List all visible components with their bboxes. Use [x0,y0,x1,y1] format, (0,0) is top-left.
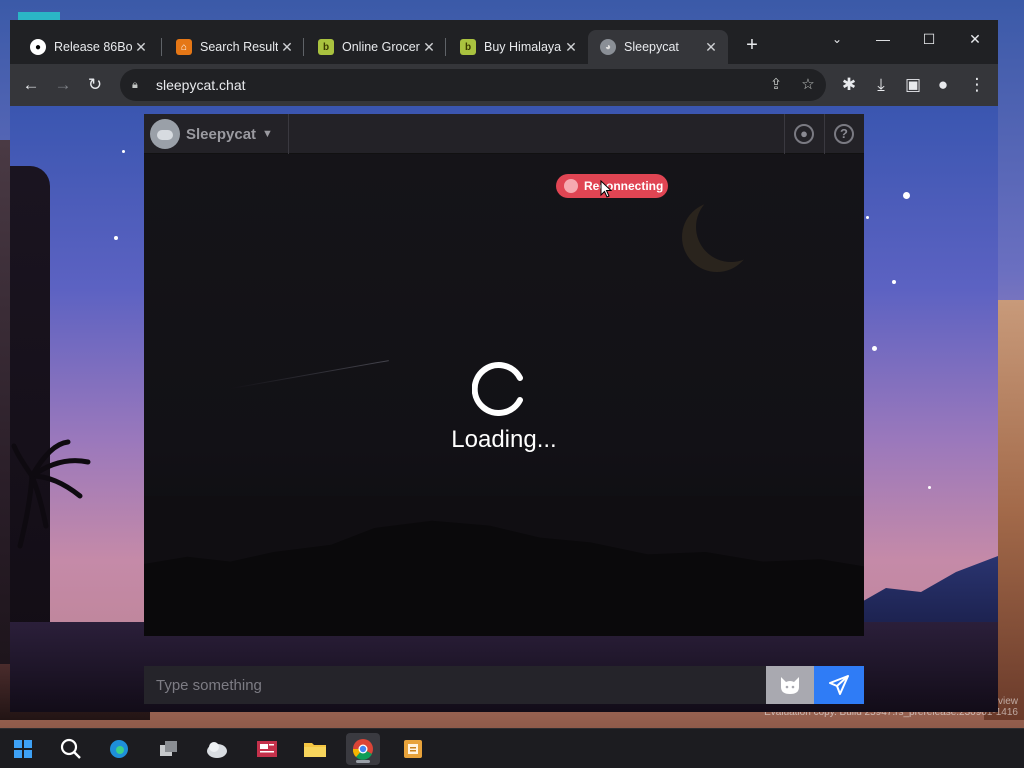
mouse-cursor-icon [600,180,612,198]
back-button[interactable]: ← [18,72,44,98]
cat-emoji-button[interactable] [766,666,814,704]
message-composer [144,666,864,704]
menu-icon[interactable]: ⋮ [964,72,990,98]
bigbasket-icon: b [318,39,334,55]
status-text: Reconnecting [584,179,664,193]
loading-text: Loading... [451,426,557,453]
reload-button[interactable]: ↻ [82,72,108,98]
download-icon[interactable]: ⤓ [868,72,894,98]
github-icon: ● [30,39,46,55]
cat-icon: ◕ [600,39,616,55]
maximize-button[interactable]: ☐ [906,24,952,54]
tab-sleepycat[interactable]: ◕ Sleepycat ✕ [588,30,728,64]
send-button[interactable] [814,666,864,704]
side-panel-icon[interactable]: ▣ [900,72,926,98]
tab-title: Online Grocer [342,40,420,54]
tab-title: Sleepycat [624,40,679,54]
message-input[interactable] [144,666,766,704]
help-icon[interactable]: ? [834,124,854,144]
app-header: Sleepycat ▼ ● ? [144,114,864,154]
close-icon[interactable]: ✕ [278,39,296,56]
close-window-button[interactable]: ✕ [952,24,998,54]
status-dot-icon [564,179,578,193]
extensions-icon[interactable]: ✱ [836,72,862,98]
brand-menu[interactable]: Sleepycat ▼ [150,118,273,150]
tab-search-results[interactable]: ⌂ Search Result ✕ [164,30,304,64]
windows-start-icon[interactable] [6,733,40,765]
loading-spinner-icon [472,362,523,416]
weather-icon[interactable] [200,733,234,765]
sleepycat-app: Sleepycat ▼ ● ? Reconnecting Loading... [144,114,864,636]
page-viewport: Sleepycat ▼ ● ? Reconnecting Loading... … [10,106,998,712]
lock-icon[interactable]: 🔒︎ [132,79,146,92]
address-url[interactable]: sleepycat.chat [156,77,246,93]
task-view-icon[interactable] [152,733,186,765]
browser-toolbar: ← → ↻ 🔒︎ sleepycat.chat ⇪ ☆ ✱ ⤓ ▣ ● ⋮ [10,64,998,106]
search-icon[interactable] [54,733,88,765]
close-icon[interactable]: ✕ [562,39,580,56]
edge-icon[interactable] [102,733,136,765]
close-icon[interactable]: ✕ [420,39,438,56]
bookmark-star-icon[interactable]: ☆ [796,73,820,97]
meteor-decoration [231,360,389,389]
new-tab-button[interactable]: + [740,34,764,58]
moon-decoration [696,192,766,262]
bigbasket-icon: b [460,39,476,55]
caret-down-icon: ▼ [262,128,273,140]
minimize-button[interactable]: — [860,24,906,54]
cat-face-icon [781,677,799,694]
notepad-icon[interactable] [396,733,430,765]
close-icon[interactable]: ✕ [702,39,720,56]
tab-buy-himalaya[interactable]: b Buy Himalaya ✕ [448,30,588,64]
close-icon[interactable]: ✕ [132,39,150,56]
chevron-down-icon[interactable]: ⌄ [814,24,860,54]
file-explorer-icon[interactable] [298,733,332,765]
tab-strip: ● Release 86Bo ✕ ⌂ Search Result ✕ b Onl… [10,20,998,64]
brand-name: Sleepycat [186,125,257,143]
profile-icon[interactable]: ● [930,72,956,98]
tab-title: Search Result [200,40,278,54]
wallpaper-view-text: view [997,696,1018,707]
taskbar [0,728,1024,768]
reconnecting-badge: Reconnecting [556,174,668,198]
tab-release[interactable]: ● Release 86Bo ✕ [18,30,158,64]
browser-window: ● Release 86Bo ✕ ⌂ Search Result ✕ b Onl… [10,20,998,712]
news-icon[interactable] [250,733,284,765]
chrome-icon[interactable] [346,733,380,765]
tab-title: Buy Himalaya [484,40,562,54]
cat-logo-icon [150,119,180,149]
paper-plane-icon [829,675,849,695]
share-icon[interactable]: ⇪ [764,73,788,97]
tab-online-grocery[interactable]: b Online Grocer ✕ [306,30,446,64]
tab-title: Release 86Bo [54,40,132,54]
address-bar[interactable]: 🔒︎ sleepycat.chat ⇪ ☆ [120,69,826,101]
user-account-icon[interactable]: ● [794,124,814,144]
store-icon: ⌂ [176,39,192,55]
palm-silhouette [11,439,91,549]
forward-button[interactable]: → [50,72,76,98]
